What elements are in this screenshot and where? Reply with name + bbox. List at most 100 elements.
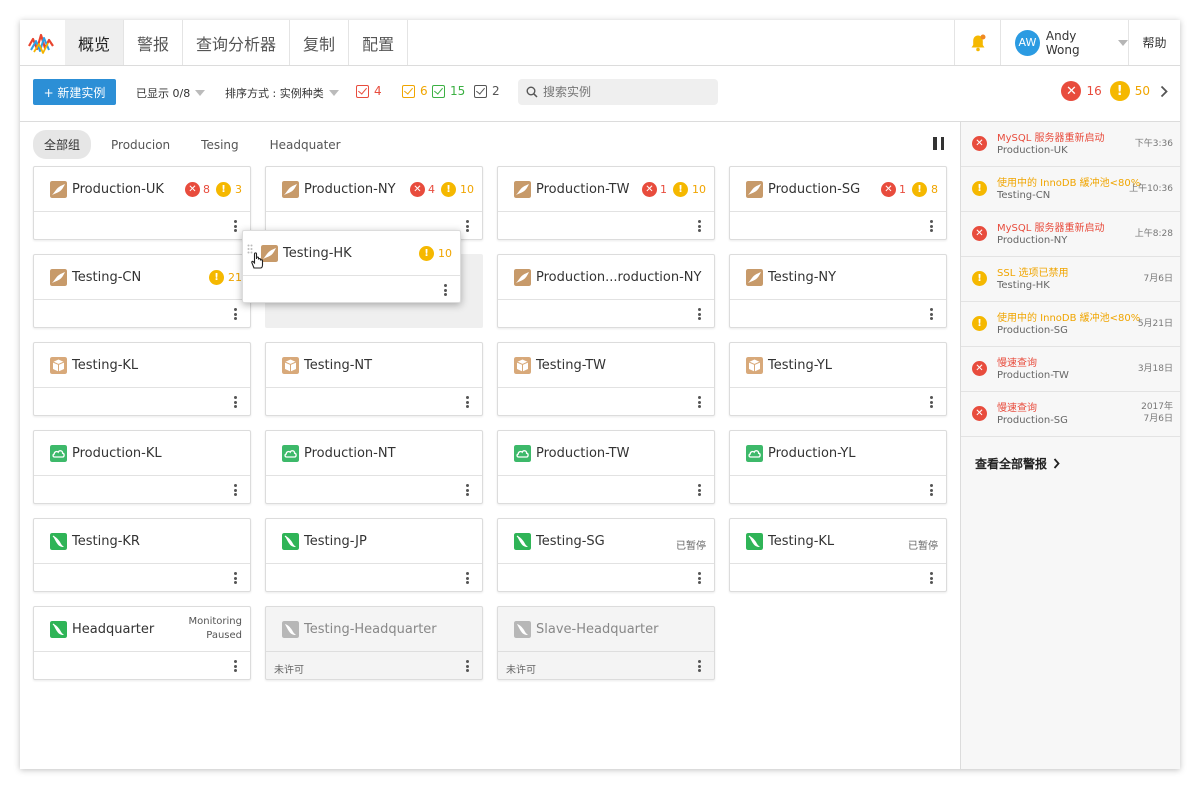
app-logo-icon[interactable] [28,31,54,55]
more-options-icon[interactable] [697,396,701,408]
filter-checkbox-2[interactable]: 15 [432,84,465,98]
pause-button[interactable] [933,137,944,150]
card-status[interactable]: ! 21 [209,270,242,285]
instance-card[interactable]: Production-KL [33,430,251,504]
nav-tab-1[interactable]: 警报 [124,20,184,65]
instance-card[interactable]: Slave-Headquarter 未许可 [497,606,715,680]
nav-tab-3[interactable]: 复制 [290,20,350,65]
mariadb-icon [746,533,763,550]
instance-card[interactable]: Testing-SG 已暂停 [497,518,715,592]
group-tab-2[interactable]: Tesing [190,132,249,158]
more-options-icon[interactable] [697,308,701,320]
nav-tab-2[interactable]: 查询分析器 [183,20,291,65]
warning-icon: ! [673,182,688,197]
card-status[interactable]: ✕ 4! 10 [410,182,474,197]
more-options-icon[interactable] [929,396,933,408]
more-options-icon[interactable] [465,484,469,496]
shown-count-dropdown[interactable]: 已显示 0/8 [136,85,206,101]
more-options-icon[interactable] [233,396,237,408]
alert-time-line: 7月6日 [1143,274,1173,284]
alert-item[interactable]: ! 使用中的 InnoDB 緩冲池<80% Production-SG 5月21日 [961,302,1180,347]
error-count: 4 [428,183,435,196]
instance-card[interactable]: Testing-JP [265,518,483,592]
instance-card[interactable]: Production-UK ✕ 8! 3 [33,166,251,240]
more-options-icon[interactable] [233,660,237,672]
search-box[interactable] [518,79,718,105]
instance-card[interactable]: Testing-KR [33,518,251,592]
alert-time-line: 7月6日 [1143,414,1173,424]
alert-item[interactable]: ! 使用中的 InnoDB 緩冲池<80% Testing-CN 上午10:36 [961,167,1180,212]
alert-time: 上午8:28 [1135,228,1173,240]
alert-item[interactable]: ✕ 慢速查询 Production-SG 2017年 7月6日 [961,392,1180,437]
instance-card[interactable]: Production-SG ✕ 1! 8 [729,166,947,240]
instance-card[interactable]: Testing-CN! 21 [33,254,251,328]
group-tab-0[interactable]: 全部组 [33,130,92,159]
cloud-icon [746,445,763,462]
instance-card[interactable]: Testing-KL 已暂停 [729,518,947,592]
instance-card[interactable]: Production...roduction-NY [497,254,715,328]
more-options-icon[interactable] [465,660,469,672]
alert-item[interactable]: ! SSL 选项已禁用 Testing-HK 7月6日 [961,257,1180,302]
more-options-icon[interactable] [697,484,701,496]
instance-card[interactable]: Production-NT [265,430,483,504]
more-options-icon[interactable] [465,396,469,408]
card-name: Production...roduction-NY [536,270,702,285]
paused-badge: 已暂停 [908,541,938,552]
instance-card[interactable]: Production-NY ✕ 4! 10 [265,166,483,240]
instance-card[interactable]: Testing-Headquarter 未许可 [265,606,483,680]
alert-summary[interactable]: ✕ 16 ! 50 [1061,81,1168,101]
group-tab-1[interactable]: Producion [100,132,181,158]
filter-checkbox-1[interactable]: 6 [402,84,428,98]
chevron-right-icon[interactable] [1160,85,1168,98]
more-options-icon[interactable] [929,572,933,584]
more-options-icon[interactable] [233,572,237,584]
sort-dropdown[interactable]: 排序方式 : 实例种类 [225,85,339,101]
nav-tab-4[interactable]: 配置 [349,20,409,65]
card-status[interactable]: ✕ 1! 10 [642,182,706,197]
instance-card[interactable]: Production-TW ✕ 1! 10 [497,166,715,240]
more-options-icon[interactable] [443,284,447,296]
error-icon: ✕ [972,406,987,421]
alert-item[interactable]: ✕ MySQL 服务器重新启动 Production-UK 下午3:36 [961,122,1180,167]
card-status[interactable]: ✕ 8! 3 [185,182,242,197]
instance-card[interactable]: Testing-KL [33,342,251,416]
filter-checkbox-3[interactable]: 2 [474,84,500,98]
chevron-right-icon [1053,458,1060,469]
instance-card[interactable]: Testing-NT [265,342,483,416]
more-options-icon[interactable] [233,220,237,232]
more-options-icon[interactable] [697,660,701,672]
instance-card[interactable]: Testing-TW [497,342,715,416]
more-options-icon[interactable] [929,484,933,496]
instance-card[interactable]: Production-TW [497,430,715,504]
alert-item[interactable]: ✕ MySQL 服务器重新启动 Production-NY 上午8:28 [961,212,1180,257]
notifications-button[interactable] [954,20,1000,65]
more-options-icon[interactable] [233,308,237,320]
package-icon [50,357,67,374]
card-name: Production-SG [768,182,861,197]
more-options-icon[interactable] [465,572,469,584]
group-tab-3[interactable]: Headquater [259,132,352,158]
alert-title: 使用中的 InnoDB 緩冲池<80% [997,178,1141,189]
more-options-icon[interactable] [465,220,469,232]
warning-count: 10 [460,183,474,196]
alert-item[interactable]: ✕ 慢速查询 Production-TW 3月18日 [961,347,1180,392]
search-input[interactable] [543,85,703,99]
instance-card[interactable]: Testing-NY [729,254,947,328]
instance-card[interactable]: Production-YL [729,430,947,504]
more-options-icon[interactable] [233,484,237,496]
dragging-card-testing-hk[interactable]: Testing-HK ! 10 [242,230,461,303]
instance-card[interactable]: Testing-YL [729,342,947,416]
warning-count: 10 [692,183,706,196]
more-options-icon[interactable] [929,220,933,232]
view-all-alerts-link[interactable]: 查看全部警报 [975,455,1060,472]
more-options-icon[interactable] [697,220,701,232]
instance-card[interactable]: Headquarter Monitoring Paused [33,606,251,680]
more-options-icon[interactable] [697,572,701,584]
card-status[interactable]: ✕ 1! 8 [881,182,938,197]
user-menu[interactable]: AW Andy Wong [1000,20,1128,65]
help-link[interactable]: 帮助 [1128,20,1180,65]
more-options-icon[interactable] [929,308,933,320]
filter-checkbox-0[interactable]: 4 [356,84,382,98]
new-instance-button[interactable]: + 新建实例 [33,79,116,105]
nav-tab-0[interactable]: 概览 [65,20,125,65]
